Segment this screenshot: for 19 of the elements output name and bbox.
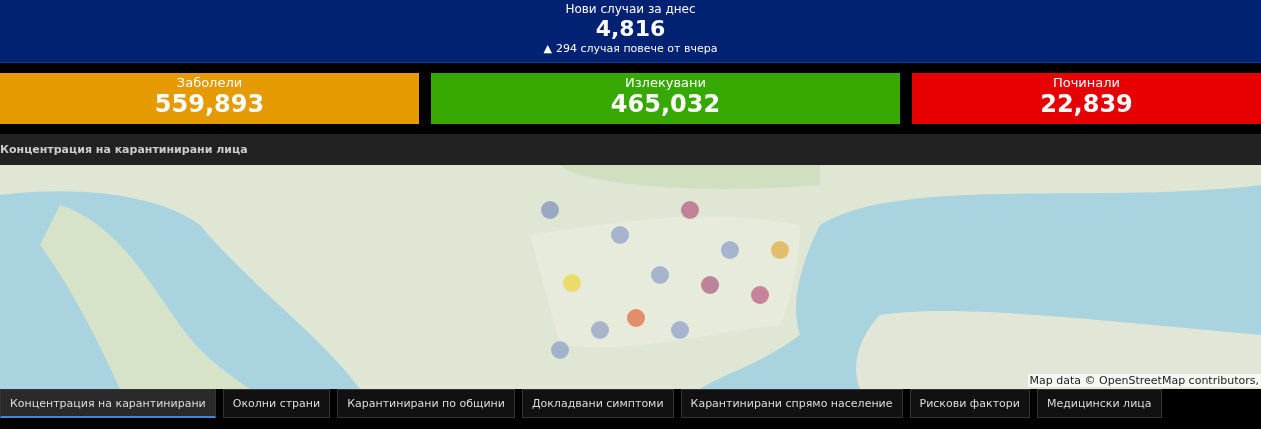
tab[interactable]: Концентрация на карантинирани xyxy=(0,389,216,418)
stat-value: 465,032 xyxy=(610,90,721,118)
tab[interactable]: Околни страни xyxy=(222,389,331,418)
stat-label: Заболели xyxy=(176,75,243,90)
panel-title: Концентрация на карантинирани лица xyxy=(0,143,248,156)
tab[interactable]: Карантинирани спрямо население xyxy=(680,389,903,418)
tab[interactable]: Рискови фактори xyxy=(909,389,1030,418)
map-attribution: Map data © OpenStreetMap contributors, xyxy=(1027,374,1261,387)
tab[interactable]: Докладвани симптоми xyxy=(521,389,674,418)
change-text: 294 случая повече от вчера xyxy=(556,42,718,55)
stat-label: Излекувани xyxy=(624,75,707,90)
stat-value: 22,839 xyxy=(1040,90,1133,118)
header-title: Нови случаи за днес xyxy=(565,2,696,16)
tab[interactable]: Карантинирани по общини xyxy=(337,389,515,418)
up-triangle-icon: ▲ xyxy=(543,42,552,55)
header-value: 4,816 xyxy=(595,16,666,42)
stat-value: 559,893 xyxy=(154,90,265,118)
stat-label: Починали xyxy=(1052,75,1121,90)
tab[interactable]: Медицински лица xyxy=(1036,389,1162,418)
